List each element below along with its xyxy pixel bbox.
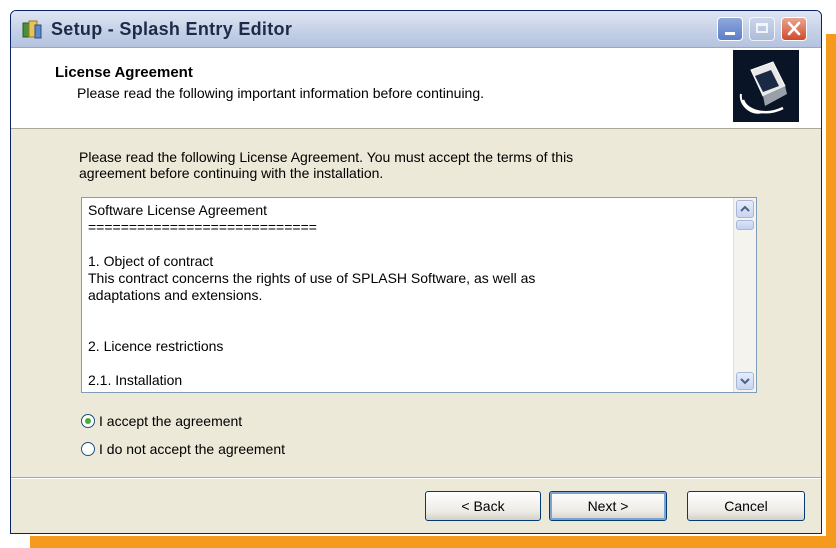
license-line: adaptations and extensions. <box>88 287 263 303</box>
scroll-down-button[interactable] <box>736 372 754 390</box>
decline-agreement-option[interactable]: I do not accept the agreement <box>81 441 285 457</box>
decline-radio[interactable] <box>81 442 95 456</box>
license-line <box>88 236 728 253</box>
accept-radio[interactable] <box>81 414 95 428</box>
license-line: 1. Object of contract <box>88 253 214 269</box>
license-text-box[interactable]: Software License Agreement =============… <box>81 197 757 393</box>
license-line: 2. Licence restrictions <box>88 338 224 354</box>
license-line <box>88 355 728 372</box>
next-button[interactable]: Next > <box>549 491 667 521</box>
scroll-thumb[interactable] <box>736 220 754 230</box>
license-instructions: Please read the following License Agreem… <box>79 149 719 181</box>
page-title: License Agreement <box>55 64 193 81</box>
decline-label: I do not accept the agreement <box>99 441 286 457</box>
setup-app-icon <box>22 20 42 39</box>
page-subtitle: Please read the following important info… <box>77 85 485 101</box>
license-line: 2.1. Installation <box>88 372 183 388</box>
license-line: Software License Agreement <box>88 202 267 218</box>
accept-label: I accept the agreement <box>99 413 243 429</box>
chevron-down-icon <box>740 378 750 385</box>
license-line: This contract concerns the rights of use… <box>88 270 536 286</box>
footer-divider <box>11 477 821 479</box>
cancel-button[interactable]: Cancel <box>687 491 805 521</box>
accept-agreement-option[interactable]: I accept the agreement <box>81 413 242 429</box>
license-line <box>88 321 728 338</box>
instructions-line-2: agreement before continuing with the ins… <box>79 165 384 181</box>
license-line: ============================ <box>88 219 317 235</box>
computer-install-icon <box>733 50 799 122</box>
maximize-button[interactable] <box>749 17 775 41</box>
close-icon <box>787 21 801 36</box>
license-scrollbar[interactable] <box>733 198 756 392</box>
close-button[interactable] <box>781 17 807 41</box>
frame-accent-right <box>826 34 836 548</box>
license-line <box>88 304 728 321</box>
title-bar[interactable]: Setup - Splash Entry Editor <box>11 11 821 48</box>
frame-accent-bottom <box>30 536 836 548</box>
minimize-button[interactable] <box>717 17 743 41</box>
wizard-header: License Agreement Please read the follow… <box>11 48 821 129</box>
window-title: Setup - Splash Entry Editor <box>51 19 293 39</box>
back-button[interactable]: < Back <box>425 491 541 521</box>
scroll-up-button[interactable] <box>736 200 754 218</box>
setup-window: Setup - Splash Entry Editor License Agre… <box>10 10 822 534</box>
license-text: Software License Agreement =============… <box>88 202 728 389</box>
chevron-up-icon <box>740 205 750 212</box>
instructions-line-1: Please read the following License Agreem… <box>79 149 574 165</box>
